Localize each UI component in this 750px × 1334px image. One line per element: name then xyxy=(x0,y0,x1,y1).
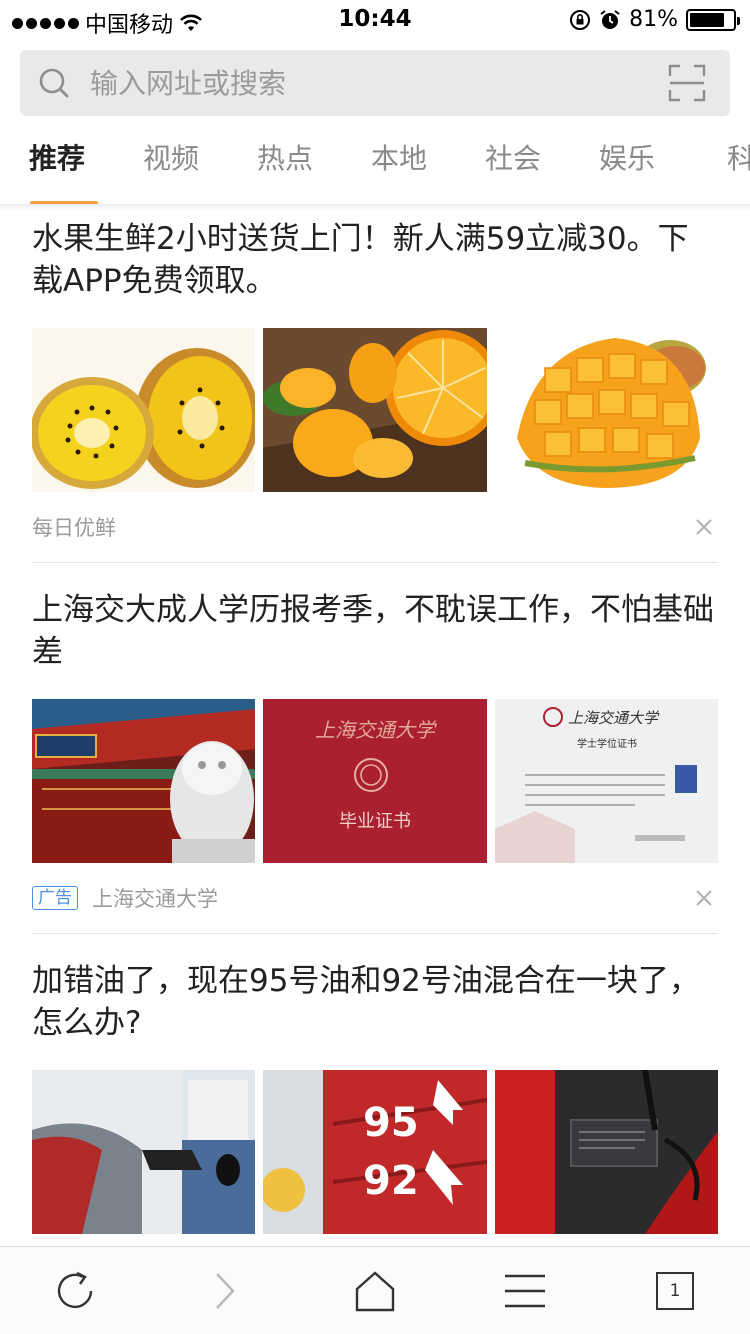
pump-label-95: 95 xyxy=(363,1100,419,1146)
tab-entertainment[interactable]: 娱乐 xyxy=(570,120,684,206)
search-icon[interactable] xyxy=(38,67,70,99)
certificate-cover-subtitle: 毕业证书 xyxy=(339,811,411,832)
card-title[interactable]: 水果生鲜2小时送货上门！新人满59立减30。下载APP免费领取。 xyxy=(32,210,718,302)
search-input[interactable] xyxy=(90,50,650,116)
source-name: 上海交通大学 xyxy=(92,887,218,911)
alarm-icon xyxy=(600,9,620,29)
orange-photo xyxy=(263,328,487,492)
bottom-toolbar: 1 xyxy=(0,1246,750,1334)
home-button[interactable] xyxy=(300,1247,450,1334)
feed-card[interactable]: 加错油了，现在95号油和92号油混合在一块了，怎么办? 95 92 xyxy=(32,934,718,1234)
feed-card[interactable]: 水果生鲜2小时送货上门！新人满59立减30。下载APP免费领取。 每日优鲜 xyxy=(32,210,718,563)
battery-icon xyxy=(686,8,740,31)
status-bar: 中国移动 10:44 81% xyxy=(0,0,750,40)
ad-badge: 广告 xyxy=(32,886,78,910)
degree-certificate-photo: 上海交通大学 学士学位证书 xyxy=(494,699,718,863)
degree-certificate-subtitle: 学士学位证书 xyxy=(577,737,637,750)
news-feed: 水果生鲜2小时送货上门！新人满59立减30。下载APP免费领取。 每日优鲜 上海… xyxy=(32,210,718,1234)
fuel-nozzle-photo xyxy=(32,1070,256,1234)
tab-society[interactable]: 社会 xyxy=(456,120,570,206)
card-title[interactable]: 加错油了，现在95号油和92号油混合在一块了，怎么办? xyxy=(32,952,718,1044)
forward-icon[interactable] xyxy=(213,1271,237,1311)
fuel-cap-photo xyxy=(494,1070,718,1234)
refresh-icon[interactable] xyxy=(53,1269,97,1313)
kiwi-photo xyxy=(32,328,256,492)
card-meta: 每日优鲜 xyxy=(32,492,718,562)
close-icon[interactable] xyxy=(694,517,714,537)
tab-local[interactable]: 本地 xyxy=(342,120,456,206)
degree-certificate-title: 上海交通大学 xyxy=(568,709,660,727)
tab-video[interactable]: 视频 xyxy=(114,120,228,206)
certificate-cover-title: 上海交通大学 xyxy=(315,718,437,742)
scan-icon[interactable] xyxy=(668,64,706,102)
card-images: 95 92 xyxy=(32,1070,718,1234)
menu-button[interactable] xyxy=(450,1247,600,1334)
card-title[interactable]: 上海交大成人学历报考季，不耽误工作，不怕基础差 xyxy=(32,581,718,673)
rotation-lock-icon xyxy=(570,9,591,30)
status-right: 81% xyxy=(569,7,740,32)
university-gate-photo xyxy=(32,699,256,863)
card-images xyxy=(32,328,718,492)
tabs-button[interactable]: 1 xyxy=(600,1247,750,1334)
card-meta: 广告 上海交通大学 xyxy=(32,863,718,933)
tab-tech[interactable]: 科 xyxy=(684,120,750,206)
tab-hot[interactable]: 热点 xyxy=(228,120,342,206)
menu-icon[interactable] xyxy=(504,1273,546,1309)
tabs-icon[interactable]: 1 xyxy=(656,1272,694,1310)
pump-label-92: 92 xyxy=(363,1158,419,1204)
mango-photo xyxy=(494,328,718,492)
home-icon[interactable] xyxy=(354,1270,396,1312)
close-icon[interactable] xyxy=(694,888,714,908)
feed-card[interactable]: 上海交大成人学历报考季，不耽误工作，不怕基础差 上海交通大学 毕业证书 上海交通… xyxy=(32,563,718,934)
refresh-button[interactable] xyxy=(0,1247,150,1334)
forward-button[interactable] xyxy=(150,1247,300,1334)
source-name: 每日优鲜 xyxy=(32,516,116,540)
graduation-certificate-photo: 上海交通大学 毕业证书 xyxy=(263,699,487,863)
tab-recommend[interactable]: 推荐 xyxy=(0,120,114,206)
category-tabs: 推荐 视频 热点 本地 社会 娱乐 科 xyxy=(0,120,750,206)
gas-pump-95-92-photo: 95 92 xyxy=(263,1070,487,1234)
search-bar[interactable] xyxy=(20,50,730,116)
battery-percent: 81% xyxy=(629,7,678,32)
card-images: 上海交通大学 毕业证书 上海交通大学 学士学位证书 xyxy=(32,699,718,863)
